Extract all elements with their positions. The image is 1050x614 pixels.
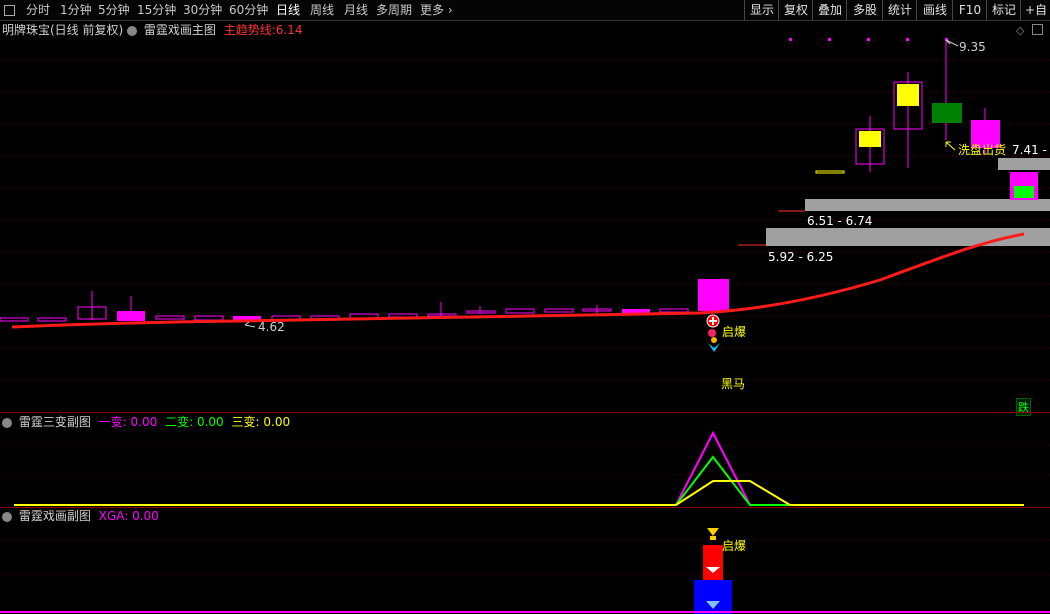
s3-label: 三变: [231,415,260,429]
wash-arrow [945,141,956,151]
panel2-lines [14,430,1024,506]
high-price-label: 9.35 [959,40,986,54]
xga-value: 0.00 [132,509,159,523]
s3-value: 0.00 [263,415,291,429]
panel-divider-1 [0,412,1050,413]
qibao-icon [706,314,720,352]
panel3-bars [0,528,1050,614]
heima-label: 黑马 [721,377,746,391]
s2-value: 0.00 [196,415,224,429]
xga-label: XGA: [98,509,129,523]
price-zones [738,158,1050,246]
panel3-indicator-name[interactable]: 雷霆戏画副图 [19,509,91,523]
annotation-arrows [244,39,959,328]
s2-label: 二变: [165,415,194,429]
panel2-header: 雷霆三变副图 一变: 0.00 二变: 0.00 三变: 0.00 [2,414,290,430]
die-badge: 跌 [1016,398,1031,416]
s1-value: 0.00 [130,415,158,429]
s1-label: 一变: [98,415,127,429]
settings-dot-icon[interactable] [2,511,12,522]
zone-upper-label: 6.51 - 6.74 [807,214,873,228]
zone-lower-label: 5.92 - 6.25 [768,250,834,264]
settings-dot-icon[interactable] [2,417,12,428]
panel3-header: 雷霆戏画副图 XGA: 0.00 [2,508,159,524]
panel3-qibao-label: 启爆 [722,539,747,553]
qibao-label: 启爆 [722,325,747,339]
low-price-label: 4.62 [258,320,285,334]
zone-top-label: 7.41 - 7.2 [1012,143,1050,157]
top-dots [789,38,948,41]
wash-label: 洗盘出货 [958,143,1007,157]
panel2-indicator-name[interactable]: 雷霆三变副图 [19,415,91,429]
